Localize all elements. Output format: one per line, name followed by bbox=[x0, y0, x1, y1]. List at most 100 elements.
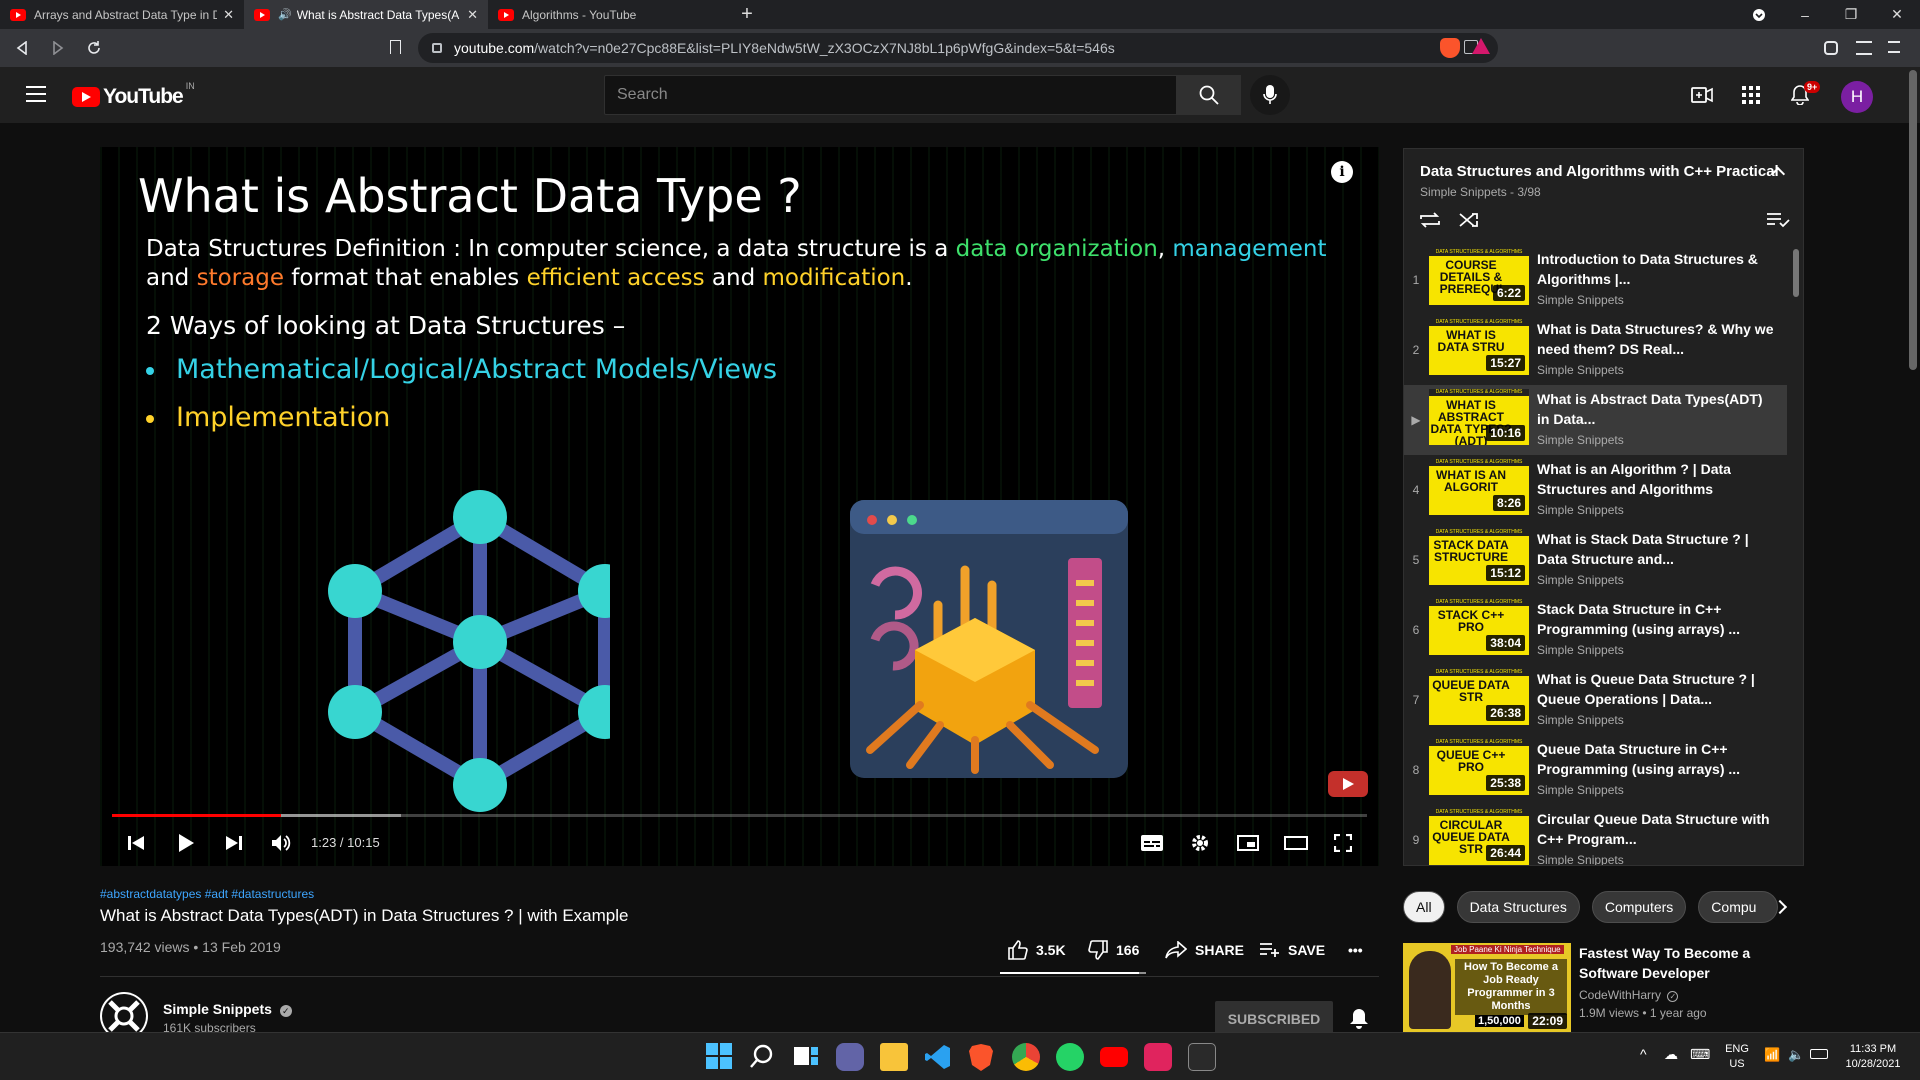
playlist-item-thumbnail[interactable]: DATA STRUCTURES & ALGORITHMS STACK DATA S… bbox=[1429, 529, 1529, 585]
hamburger-menu-icon[interactable] bbox=[26, 86, 46, 102]
playlist-scrollbar[interactable] bbox=[1793, 249, 1799, 297]
wifi-icon[interactable]: 📶 bbox=[1764, 1047, 1780, 1062]
settings-gear-icon[interactable] bbox=[1186, 829, 1214, 857]
voice-search-button[interactable] bbox=[1250, 75, 1290, 115]
clock[interactable]: 11:33 PM 10/28/2021 bbox=[1838, 1042, 1908, 1072]
previous-icon[interactable] bbox=[122, 829, 150, 857]
playlist-title[interactable]: Data Structures and Algorithms with C++ … bbox=[1420, 163, 1779, 180]
onedrive-icon[interactable]: ☁ bbox=[1664, 1047, 1678, 1062]
playlist-item[interactable]: 1 DATA STRUCTURES & ALGORITHMS COURSE DETA… bbox=[1404, 245, 1787, 315]
notification-bell-icon[interactable] bbox=[1348, 1007, 1370, 1029]
file-explorer-icon[interactable] bbox=[880, 1043, 908, 1071]
subtitles-icon[interactable] bbox=[1138, 829, 1166, 857]
playlist-item[interactable]: 7 DATA STRUCTURES & ALGORITHMS QUEUE DATA … bbox=[1404, 665, 1787, 735]
miniplayer-icon[interactable] bbox=[1234, 829, 1262, 857]
teams-chat-icon[interactable] bbox=[836, 1043, 864, 1071]
task-view-icon[interactable] bbox=[793, 1043, 821, 1071]
fullscreen-icon[interactable] bbox=[1329, 829, 1357, 857]
youtube-watermark-icon[interactable] bbox=[1328, 771, 1368, 797]
more-actions-icon[interactable]: ••• bbox=[1348, 938, 1363, 962]
speaker-icon[interactable]: 🔈 bbox=[1788, 1047, 1804, 1062]
playlist-item[interactable]: 4 DATA STRUCTURES & ALGORITHMS WHAT IS AN … bbox=[1404, 455, 1787, 525]
youtube-app-icon[interactable] bbox=[1100, 1047, 1128, 1067]
windows-start-icon[interactable] bbox=[706, 1043, 734, 1071]
playlist-item-thumbnail[interactable]: DATA STRUCTURES & ALGORITHMS WHAT IS ABST… bbox=[1429, 389, 1529, 445]
theater-mode-icon[interactable] bbox=[1282, 829, 1310, 857]
chip-all[interactable]: All bbox=[1403, 891, 1445, 923]
browser-tab-3[interactable]: Algorithms - YouTube bbox=[488, 0, 732, 29]
forward-icon[interactable] bbox=[44, 34, 72, 62]
playlist-item[interactable]: 9 DATA STRUCTURES & ALGORITHMS CIRCULAR QU… bbox=[1404, 805, 1787, 865]
whatsapp-icon[interactable] bbox=[1056, 1043, 1084, 1071]
brave-browser-icon[interactable] bbox=[968, 1043, 996, 1071]
next-icon[interactable] bbox=[220, 829, 248, 857]
playlist-item-thumbnail[interactable]: DATA STRUCTURES & ALGORITHMS WHAT IS DATA… bbox=[1429, 319, 1529, 375]
page-scrollbar[interactable] bbox=[1909, 70, 1917, 370]
maximize-icon[interactable]: ❐ bbox=[1828, 0, 1874, 29]
video-player[interactable]: What is Abstract Data Type ? Data Struct… bbox=[100, 147, 1379, 866]
brave-shields-icon[interactable] bbox=[1440, 38, 1460, 58]
playlist-item-thumbnail[interactable]: DATA STRUCTURES & ALGORITHMS CIRCULAR QUE… bbox=[1429, 809, 1529, 865]
playlist-item[interactable]: 8 DATA STRUCTURES & ALGORITHMS QUEUE C++ P… bbox=[1404, 735, 1787, 805]
playlist-item[interactable]: 2 DATA STRUCTURES & ALGORITHMS WHAT IS DAT… bbox=[1404, 315, 1787, 385]
video-hashtags[interactable]: #abstractdatatypes #adt #datastructures bbox=[100, 887, 314, 901]
info-icon[interactable]: i bbox=[1331, 161, 1353, 183]
chip-compu[interactable]: Compu bbox=[1698, 891, 1779, 923]
extensions-icon[interactable] bbox=[1824, 41, 1838, 55]
brave-rewards-icon[interactable] bbox=[1472, 38, 1490, 54]
tab-close-icon[interactable]: ✕ bbox=[467, 7, 478, 23]
pinned-app-icon[interactable] bbox=[1144, 1043, 1172, 1071]
account-avatar[interactable]: H bbox=[1841, 81, 1873, 113]
reload-icon[interactable] bbox=[80, 34, 108, 62]
media-controls-icon[interactable] bbox=[1856, 41, 1872, 55]
create-video-icon[interactable] bbox=[1690, 83, 1714, 107]
close-window-icon[interactable]: ✕ bbox=[1874, 0, 1920, 29]
loop-icon[interactable] bbox=[1418, 210, 1442, 230]
address-bar[interactable]: youtube.com/watch?v=n0e27Cpc88E&list=PLI… bbox=[418, 33, 1498, 63]
new-tab-button[interactable]: + bbox=[732, 0, 762, 29]
chip-data-structures[interactable]: Data Structures bbox=[1456, 891, 1580, 923]
browser-tab-1[interactable]: Arrays and Abstract Data Type in Data ✕ bbox=[0, 0, 244, 29]
recommended-channel[interactable]: CodeWithHarry ✓ bbox=[1579, 988, 1679, 1002]
recommended-thumbnail[interactable]: Job Paane Ki Ninja Technique How To Beco… bbox=[1403, 943, 1571, 1033]
tab-close-icon[interactable]: ✕ bbox=[223, 7, 234, 23]
apps-grid-icon[interactable] bbox=[1739, 83, 1763, 107]
progress-bar[interactable] bbox=[112, 814, 1367, 817]
playlist-item-thumbnail[interactable]: DATA STRUCTURES & ALGORITHMS QUEUE C++ PR… bbox=[1429, 739, 1529, 795]
playlist-item-thumbnail[interactable]: DATA STRUCTURES & ALGORITHMS COURSE DETAI… bbox=[1429, 249, 1529, 305]
chip-computers[interactable]: Computers bbox=[1591, 891, 1687, 923]
chrome-icon[interactable] bbox=[1012, 1043, 1040, 1071]
playlist-item[interactable]: 5 DATA STRUCTURES & ALGORITHMS STACK DATA … bbox=[1404, 525, 1787, 595]
taskbar-search-icon[interactable] bbox=[749, 1043, 777, 1071]
back-icon[interactable] bbox=[8, 34, 36, 62]
recommended-title[interactable]: Fastest Way To Become a Software Develop… bbox=[1579, 943, 1779, 983]
vscode-icon[interactable] bbox=[924, 1043, 952, 1071]
playlist-item-thumbnail[interactable]: DATA STRUCTURES & ALGORITHMS STACK C++ PR… bbox=[1429, 599, 1529, 655]
tab-audio-icon[interactable]: 🔊 bbox=[278, 8, 292, 21]
youtube-logo[interactable]: YouTube IN bbox=[72, 81, 195, 109]
play-icon[interactable] bbox=[172, 829, 200, 857]
playlist-menu-icon[interactable] bbox=[1766, 210, 1790, 230]
dislike-button[interactable]: 166 bbox=[1088, 938, 1139, 962]
shuffle-icon[interactable] bbox=[1458, 210, 1482, 230]
playlist-item[interactable]: ▶ DATA STRUCTURES & ALGORITHMS WHAT IS ABS… bbox=[1404, 385, 1787, 455]
battery-icon[interactable] bbox=[1810, 1049, 1828, 1059]
playlist-item-thumbnail[interactable]: DATA STRUCTURES & ALGORITHMS WHAT IS AN A… bbox=[1429, 459, 1529, 515]
browser-menu-icon[interactable] bbox=[1888, 41, 1900, 53]
epic-games-icon[interactable] bbox=[1188, 1043, 1216, 1071]
tab-search-icon[interactable] bbox=[1736, 0, 1782, 29]
playlist-item[interactable]: 6 DATA STRUCTURES & ALGORITHMS STACK C++ P… bbox=[1404, 595, 1787, 665]
search-input[interactable]: Search bbox=[604, 75, 1177, 115]
keyboard-icon[interactable]: ⌨ bbox=[1690, 1047, 1710, 1062]
minimize-icon[interactable]: – bbox=[1782, 0, 1828, 29]
bookmark-icon[interactable] bbox=[390, 40, 401, 54]
tray-overflow-icon[interactable]: ^ bbox=[1640, 1047, 1647, 1062]
save-button[interactable]: SAVE bbox=[1260, 938, 1325, 962]
channel-name[interactable]: Simple Snippets ✓ bbox=[163, 1001, 292, 1017]
like-button[interactable]: 3.5K bbox=[1008, 938, 1066, 962]
search-button[interactable] bbox=[1177, 75, 1241, 115]
language-indicator[interactable]: ENG US bbox=[1722, 1042, 1752, 1072]
volume-icon[interactable] bbox=[268, 829, 296, 857]
playlist-item-thumbnail[interactable]: DATA STRUCTURES & ALGORITHMS QUEUE DATA S… bbox=[1429, 669, 1529, 725]
share-button[interactable]: SHARE bbox=[1165, 938, 1244, 962]
